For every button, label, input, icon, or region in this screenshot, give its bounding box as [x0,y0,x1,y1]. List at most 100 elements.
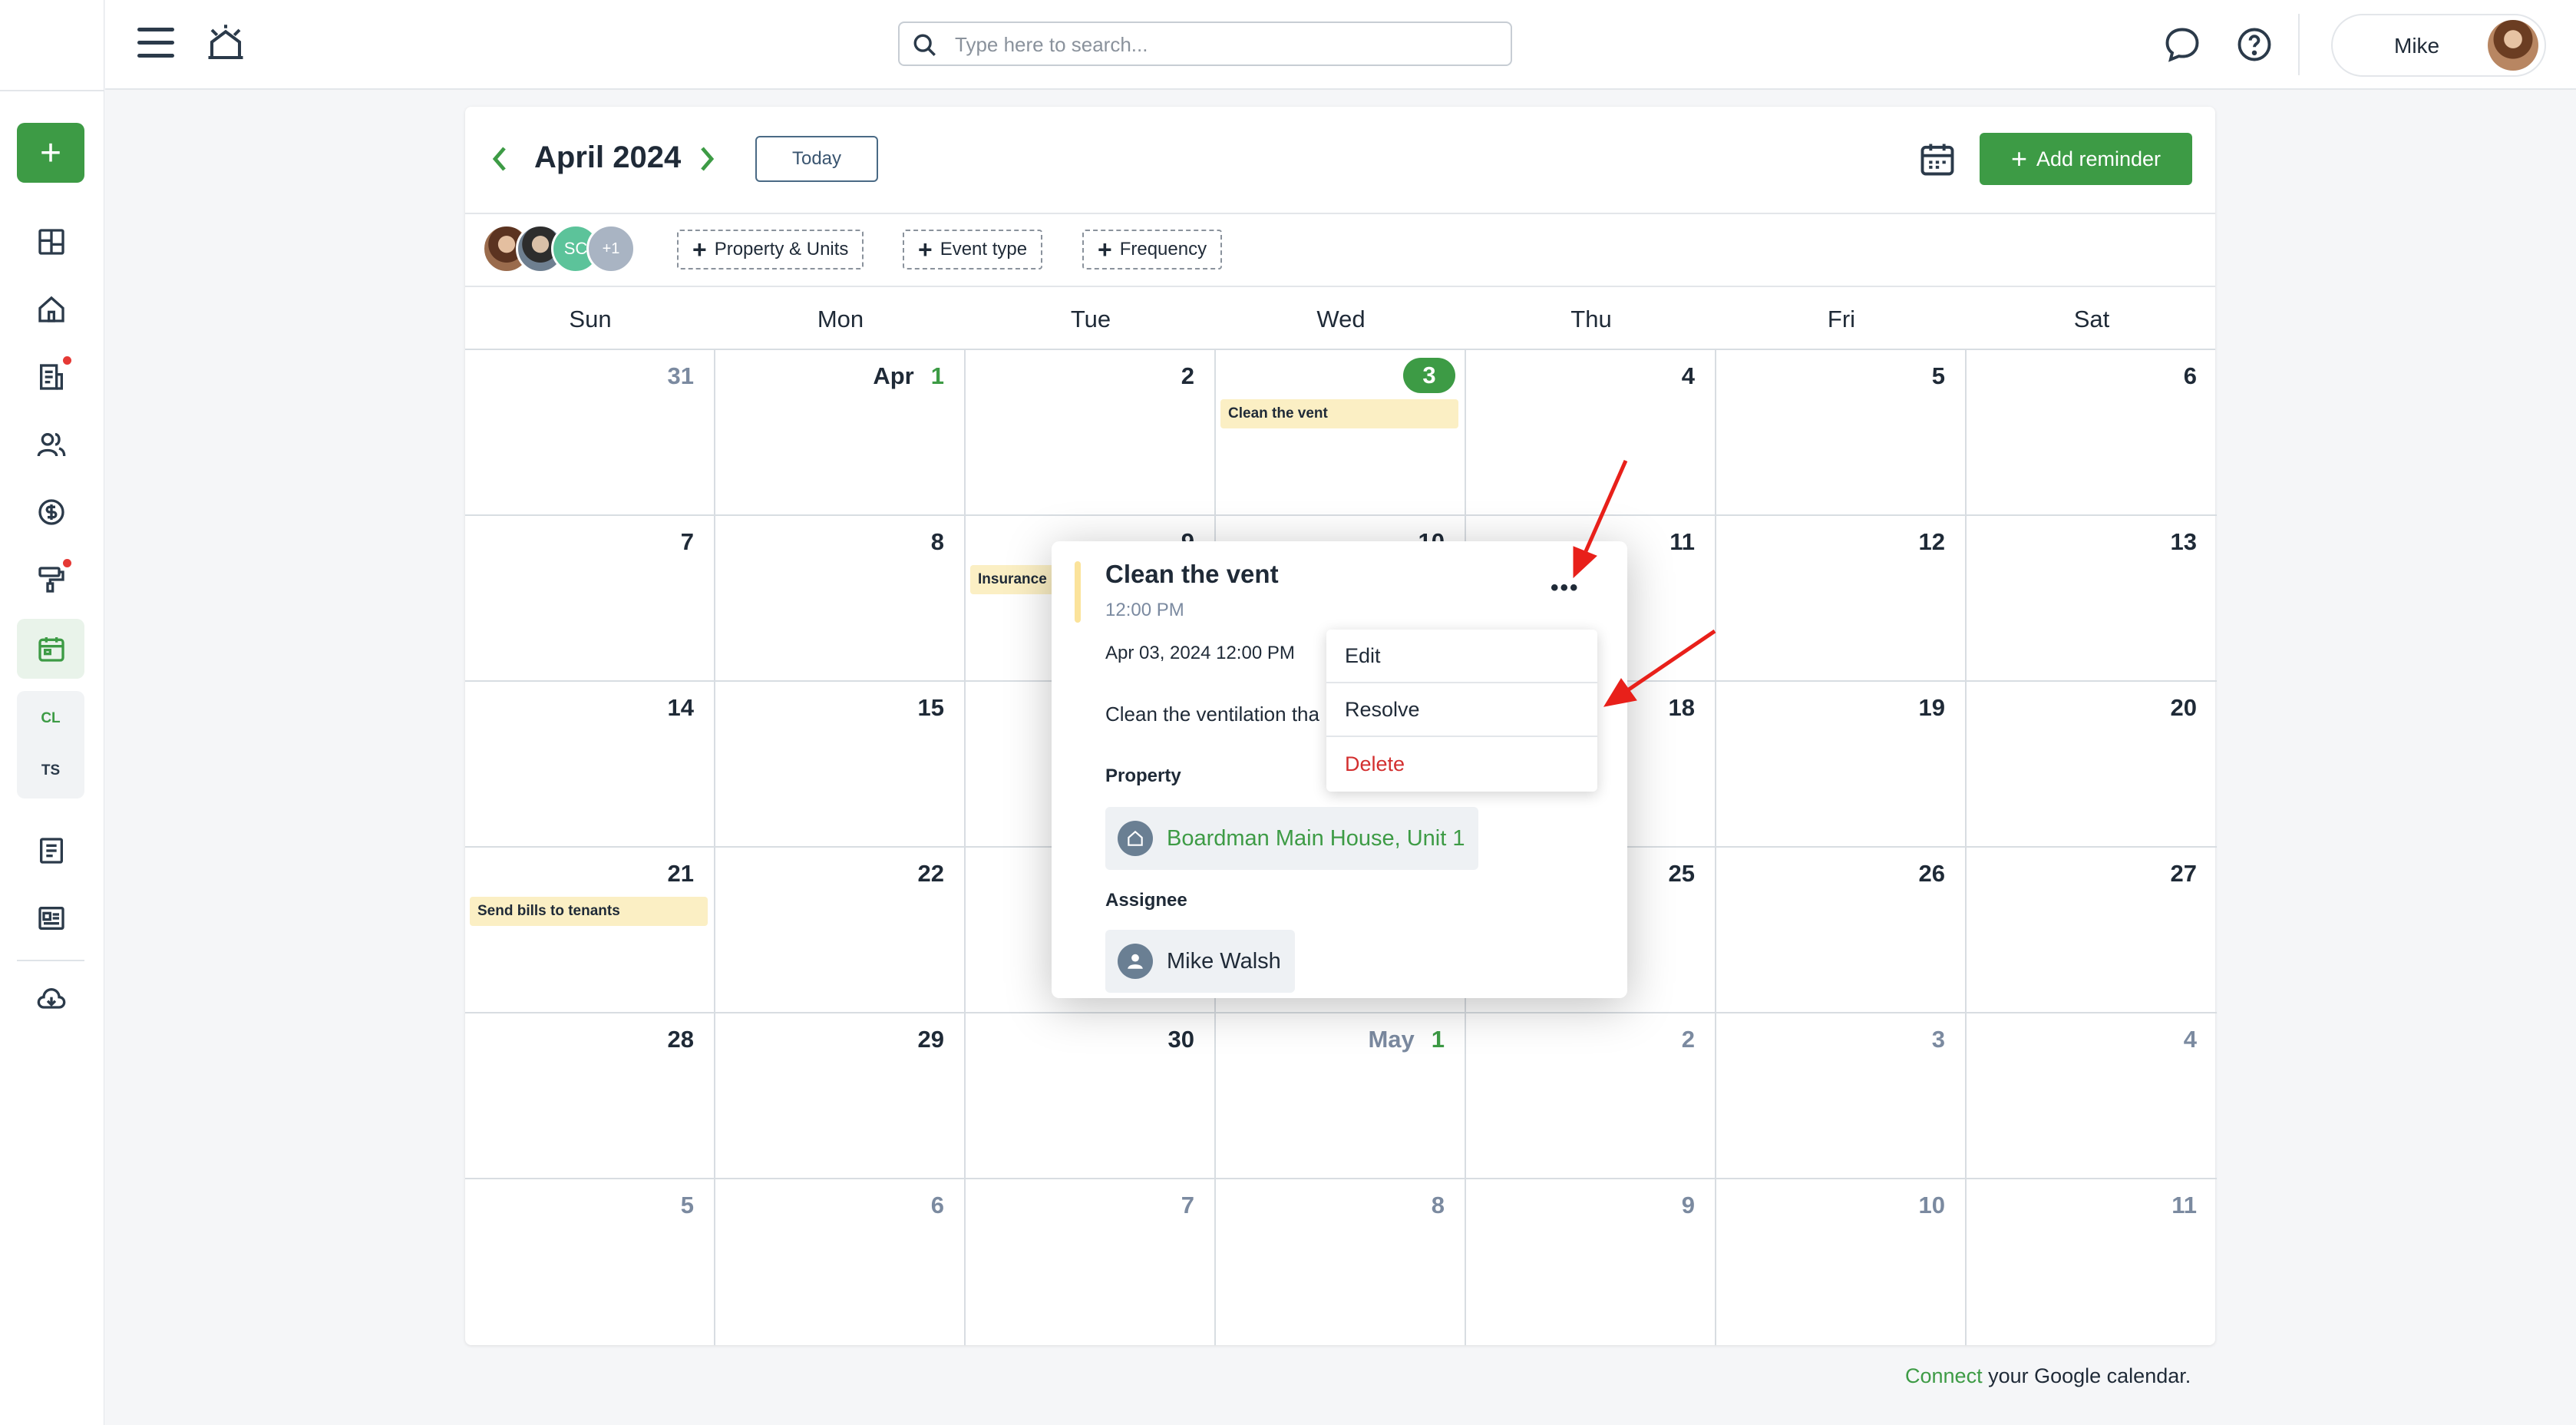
day-number: 9 [1681,1192,1695,1218]
day-cell[interactable]: Apr 1 [715,350,966,516]
sidebar-divider [17,960,84,961]
day-cell[interactable]: 3 Clean the vent [1216,350,1466,516]
weekday-label: Tue [1070,306,1111,332]
menu-toggle-icon[interactable] [137,28,174,61]
day-cell[interactable]: 20 [1967,682,2217,848]
sidebar-item-cl[interactable]: CL [17,710,84,727]
month-label: May [1368,1026,1415,1053]
day-number: 26 [1918,860,1945,887]
menu-item-edit[interactable]: Edit [1326,630,1597,683]
cloud-download-icon[interactable] [31,979,72,1020]
day-number-value: 1 [1431,1026,1445,1053]
day-cell[interactable]: 5 [465,1179,715,1345]
day-number: 21 [667,860,694,887]
day-cell[interactable]: 14 [465,682,715,848]
day-cell[interactable]: 21 Send bills to tenants [465,848,715,1013]
day-cell[interactable]: May 1 [1216,1013,1466,1179]
day-number: 2 [1181,362,1194,389]
people-icon[interactable] [31,424,72,465]
day-cell[interactable]: 15 [715,682,966,848]
day-cell[interactable]: 4 [1466,350,1716,516]
filter-label: Frequency [1119,239,1207,260]
day-number: 19 [1918,694,1945,721]
day-number: 11 [1669,528,1695,555]
day-cell[interactable]: 10 [1716,1179,1967,1345]
day-cell[interactable]: 27 [1967,848,2217,1013]
connect-link[interactable]: Connect [1905,1364,1983,1387]
day-number: 22 [917,860,944,887]
day-number: 20 [2170,694,2197,721]
more-avatars-badge[interactable]: +1 [586,224,636,273]
sidebar-item-ts[interactable]: TS [17,762,84,779]
dollar-icon[interactable] [31,491,72,533]
event-chip[interactable]: Clean the vent [1220,399,1458,428]
app-logo-icon[interactable] [205,23,246,64]
day-number: 7 [680,528,694,555]
day-cell[interactable]: 4 [1967,1013,2217,1179]
weekday-label: Mon [817,306,864,332]
day-cell[interactable]: 6 [715,1179,966,1345]
day-cell[interactable]: 7 [465,516,715,682]
document-icon[interactable] [31,830,72,871]
plus-icon: + [1098,236,1112,263]
day-cell[interactable]: 6 [1967,350,2217,516]
search-input[interactable] [955,29,1492,60]
day-cell[interactable]: 2 [966,350,1216,516]
day-cell[interactable]: 30 [966,1013,1216,1179]
day-cell[interactable]: 13 [1967,516,2217,682]
day-cell[interactable]: 12 [1716,516,1967,682]
connect-text: your Google calendar. [1982,1364,2191,1387]
more-options-icon[interactable]: ••• [1551,575,1580,601]
event-chip[interactable]: Send bills to tenants [470,897,708,926]
assignee-chip[interactable]: Mike Walsh [1105,930,1295,993]
search-box[interactable] [898,21,1512,66]
help-icon[interactable] [2234,25,2274,64]
calendar-view-icon[interactable] [1917,139,1957,179]
event-title: Clean the vent [1105,560,1279,588]
day-number: 12 [1918,528,1945,555]
weekday-label: Wed [1316,306,1366,332]
today-button[interactable]: Today [755,136,878,182]
event-datetime: Apr 03, 2024 12:00 PM [1105,643,1295,663]
day-number: 15 [917,694,944,721]
day-cell[interactable]: 5 [1716,350,1967,516]
day-cell[interactable]: 9 [1466,1179,1716,1345]
next-month-icon[interactable] [695,144,718,174]
day-cell[interactable]: 22 [715,848,966,1013]
day-number: 10 [1918,1192,1945,1218]
filter-frequency[interactable]: + Frequency [1082,230,1223,269]
day-number: 27 [2170,860,2197,887]
day-cell[interactable]: 28 [465,1013,715,1179]
assignee-label: Assignee [1105,890,1187,911]
day-cell[interactable]: 29 [715,1013,966,1179]
day-cell[interactable]: 3 [1716,1013,1967,1179]
chat-icon[interactable] [2162,25,2202,64]
day-cell[interactable]: 2 [1466,1013,1716,1179]
day-cell[interactable]: 31 [465,350,715,516]
home-icon[interactable] [31,289,72,330]
day-cell[interactable]: 7 [966,1179,1216,1345]
day-cell[interactable]: 8 [715,516,966,682]
add-reminder-label: Add reminder [2036,147,2162,170]
event-time: 12:00 PM [1105,600,1184,620]
weekday-label: Sat [2073,306,2110,332]
day-cell[interactable]: 8 [1216,1179,1466,1345]
listing-icon[interactable] [31,898,72,939]
day-cell[interactable]: 26 [1716,848,1967,1013]
quick-add-button[interactable]: + [17,123,84,183]
filter-property-units[interactable]: + Property & Units [677,230,864,269]
event-color-bar [1075,561,1081,623]
day-cell[interactable]: 19 [1716,682,1967,848]
prev-month-icon[interactable] [488,144,511,174]
property-chip[interactable]: Boardman Main House, Unit 1 [1105,807,1479,870]
calendar-icon[interactable] [31,628,72,670]
day-cell[interactable]: 11 [1967,1179,2217,1345]
menu-item-delete[interactable]: Delete [1326,737,1597,791]
sidebar-shortcut-group [17,691,84,798]
menu-item-resolve[interactable]: Resolve [1326,683,1597,737]
user-menu[interactable]: Mike [2331,14,2546,77]
add-reminder-button[interactable]: + Add reminder [1980,133,2192,185]
dashboard-icon[interactable] [31,221,72,263]
day-number: 8 [1431,1192,1445,1218]
filter-event-type[interactable]: + Event type [903,230,1043,269]
